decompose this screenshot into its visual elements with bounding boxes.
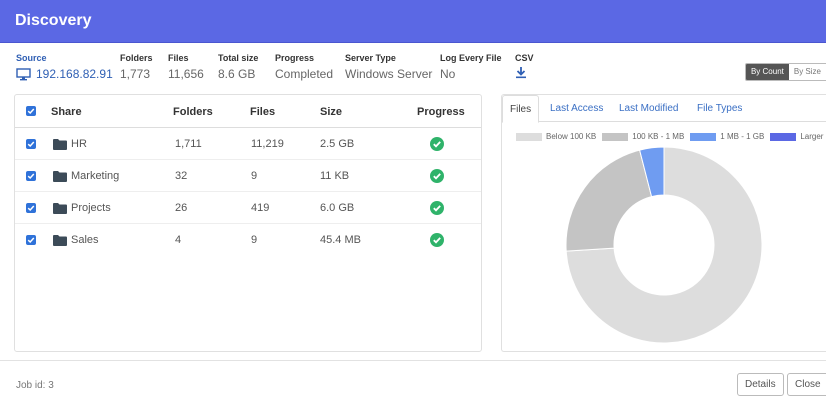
legend-item[interactable]: 1 MB - 1 GB [690, 132, 764, 141]
legend-item[interactable]: Larger [770, 132, 823, 141]
row-checkbox[interactable] [26, 139, 36, 149]
legend-label: 1 MB - 1 GB [720, 132, 765, 141]
row-checkbox[interactable] [26, 235, 36, 245]
csv-label: CSV [515, 53, 534, 63]
files-stat: Files 11,656 [168, 53, 204, 81]
check-circle-icon [430, 137, 444, 154]
server-type-value: Windows Server [345, 67, 433, 81]
table-row: Sales 4 9 45.4 MB [15, 224, 481, 256]
files-label: Files [168, 53, 189, 63]
close-button[interactable]: Close [787, 373, 826, 396]
share-name: HR [71, 138, 87, 150]
summary-bar: Source 192.168.82.91 Folders 1,773 Files… [0, 53, 826, 93]
folder-icon [53, 235, 67, 249]
folders-stat: Folders 1,773 [120, 53, 153, 81]
check-circle-icon [430, 233, 444, 250]
row-size: 6.0 GB [320, 202, 355, 214]
log-every-file-value: No [440, 67, 456, 81]
legend-item[interactable]: Below 100 KB [516, 132, 596, 141]
by-count-button[interactable]: By Count [745, 64, 789, 80]
row-checkbox[interactable] [26, 171, 36, 181]
server-type-label: Server Type [345, 53, 396, 63]
share-name: Projects [71, 202, 111, 214]
select-all-checkbox[interactable] [26, 106, 36, 116]
legend-swatch [602, 132, 629, 141]
legend-swatch [770, 132, 797, 141]
progress-stat: Progress Completed [275, 53, 333, 81]
dialog-footer: Job id: 3 Details Close [0, 360, 826, 402]
source-label: Source [16, 53, 47, 63]
donut-slice-100-kb-1-mb[interactable] [565, 149, 653, 252]
row-files: 9 [251, 234, 258, 246]
legend-label: 100 KB - 1 MB [632, 132, 685, 141]
share-name: Sales [71, 234, 99, 246]
table-row: Marketing 32 9 11 KB [15, 160, 481, 192]
files-value: 11,656 [168, 67, 204, 81]
total-size-label: Total size [218, 53, 259, 63]
folders-value: 1,773 [120, 67, 151, 81]
row-size: 11 KB [320, 170, 350, 182]
legend-item[interactable]: 100 KB - 1 MB [602, 132, 684, 141]
folder-icon [53, 203, 67, 217]
source-stat: Source 192.168.82.91 [16, 53, 113, 81]
row-folders: 4 [175, 234, 182, 246]
server-type-stat: Server Type Windows Server [345, 53, 432, 81]
tab-files[interactable]: Files [502, 95, 540, 123]
row-checkbox[interactable] [26, 203, 36, 213]
shares-table: Share Folders Files Size Progress HR 1,7… [14, 94, 482, 352]
chart-panel: Files Last Access Last Modified File Typ… [501, 94, 826, 352]
table-header: Share Folders Files Size Progress [15, 95, 481, 128]
chart-legend: Below 100 KB 100 KB - 1 MB 1 MB - 1 GB L… [516, 132, 826, 141]
row-folders: 26 [175, 202, 188, 214]
row-files: 419 [251, 202, 270, 214]
row-size: 2.5 GB [320, 138, 355, 150]
size-column-header[interactable]: Size [320, 106, 342, 118]
progress-value: Completed [275, 67, 334, 81]
source-link[interactable]: 192.168.82.91 [16, 67, 113, 81]
files-column-header[interactable]: Files [250, 106, 275, 118]
folder-icon [53, 171, 67, 185]
legend-swatch [690, 132, 717, 141]
details-button[interactable]: Details [737, 373, 784, 396]
progress-column-header[interactable]: Progress [417, 106, 465, 118]
dialog-title: Discovery [15, 12, 92, 29]
total-size-stat: Total size 8.6 GB [218, 53, 258, 81]
share-column-header[interactable]: Share [51, 106, 82, 118]
chart-tabs: Files Last Access Last Modified File Typ… [502, 95, 826, 123]
share-name: Marketing [71, 170, 120, 182]
tab-file-types[interactable]: File Types [697, 103, 742, 114]
check-circle-icon [430, 169, 444, 186]
legend-swatch [516, 132, 542, 141]
log-every-file-stat: Log Every File No [440, 53, 502, 81]
dialog-header: Discovery [0, 0, 826, 43]
download-icon[interactable] [515, 66, 534, 82]
row-files: 11,219 [251, 138, 284, 150]
by-size-button[interactable]: By Size [788, 64, 826, 80]
row-files: 9 [251, 170, 258, 182]
source-value: 192.168.82.91 [36, 67, 113, 81]
progress-label: Progress [275, 53, 315, 63]
monitor-icon [16, 67, 31, 81]
folders-column-header[interactable]: Folders [173, 106, 213, 118]
legend-label: Below 100 KB [546, 132, 597, 141]
check-circle-icon [430, 201, 444, 218]
job-id: Job id: 3 [16, 380, 54, 391]
tab-last-modified[interactable]: Last Modified [619, 103, 678, 114]
csv-stat: CSV [515, 53, 534, 82]
total-size-value: 8.6 GB [218, 67, 256, 81]
table-row: HR 1,711 11,219 2.5 GB [15, 128, 481, 160]
row-size: 45.4 MB [320, 234, 361, 246]
row-folders: 32 [175, 170, 188, 182]
log-every-file-label: Log Every File [440, 53, 502, 63]
donut-chart [565, 146, 763, 344]
tab-last-access[interactable]: Last Access [550, 103, 603, 114]
folders-label: Folders [120, 53, 153, 63]
row-folders: 1,711 [175, 138, 202, 150]
view-toggle: By Count By Size [744, 63, 826, 81]
folder-icon [53, 139, 67, 153]
table-row: Projects 26 419 6.0 GB [15, 192, 481, 224]
legend-label: Larger [800, 132, 824, 141]
